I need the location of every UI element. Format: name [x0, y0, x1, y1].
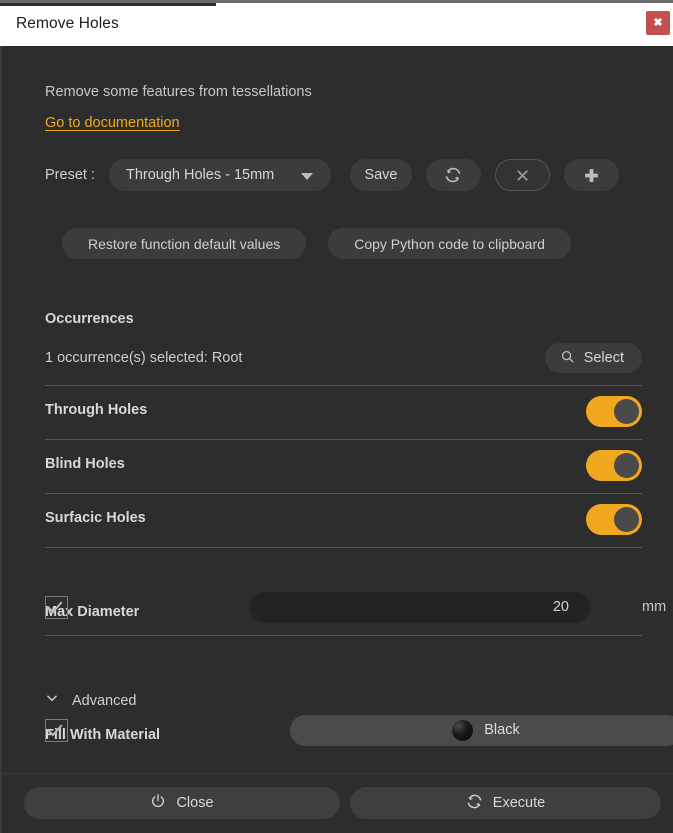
toggle-knob [614, 453, 639, 478]
surfacic-holes-toggle[interactable] [586, 504, 642, 535]
blind-holes-label: Blind Holes [45, 456, 125, 472]
fill-with-material-checkbox[interactable] [45, 719, 68, 742]
divider [45, 493, 642, 494]
max-diameter-row: mm [45, 590, 642, 624]
through-holes-toggle[interactable] [586, 396, 642, 427]
select-button-label: Select [584, 350, 624, 366]
refresh-icon [466, 793, 483, 814]
occurrences-row: 1 occurrence(s) selected: Root Select [45, 343, 642, 377]
title-bar: Remove Holes ✖ [0, 0, 673, 46]
advanced-toggle[interactable]: Advanced [45, 691, 137, 710]
chevron-down-icon [301, 173, 313, 180]
toggle-knob [614, 399, 639, 424]
occurrences-title: Occurrences [45, 311, 134, 327]
divider [45, 439, 642, 440]
material-name: Black [484, 722, 519, 738]
blind-holes-toggle[interactable] [586, 450, 642, 481]
titlebar-accent-strip [0, 3, 216, 6]
dialog-footer: Close Execute [2, 774, 673, 833]
blind-holes-row: Blind Holes [45, 448, 642, 486]
through-holes-row: Through Holes [45, 394, 642, 432]
max-diameter-input[interactable] [249, 592, 590, 623]
add-preset-button[interactable] [564, 159, 619, 191]
divider [45, 547, 642, 548]
material-picker-button[interactable]: Black [290, 715, 673, 746]
delete-preset-button[interactable] [495, 159, 550, 191]
documentation-link[interactable]: Go to documentation [45, 115, 180, 131]
dialog-subtitle: Remove some features from tessellations [45, 84, 312, 100]
copy-python-button[interactable]: Copy Python code to clipboard [328, 228, 571, 259]
plus-icon [583, 167, 600, 184]
divider [45, 385, 642, 386]
reload-preset-button[interactable] [426, 159, 481, 191]
material-swatch-icon [452, 720, 473, 741]
toggle-knob [614, 507, 639, 532]
preset-dropdown[interactable]: Through Holes - 15mm [109, 159, 331, 191]
occurrences-summary: 1 occurrence(s) selected: Root [45, 350, 242, 366]
max-diameter-unit: mm [642, 599, 666, 615]
preset-label: Preset : [45, 167, 95, 183]
execute-button[interactable]: Execute [350, 787, 661, 819]
function-actions-row: Restore function default values Copy Pyt… [62, 228, 571, 259]
through-holes-label: Through Holes [45, 402, 147, 418]
fill-with-material-row: Black [45, 713, 642, 747]
remove-holes-dialog: Remove Holes ✖ Remove some features from… [0, 0, 673, 833]
select-occurrences-button[interactable]: Select [545, 343, 642, 373]
preset-row: Preset : Through Holes - 15mm Save [45, 158, 635, 192]
advanced-label: Advanced [72, 693, 137, 709]
check-icon [46, 596, 62, 612]
cross-icon [514, 167, 531, 184]
chevron-down-icon [45, 691, 59, 710]
save-preset-button[interactable]: Save [350, 159, 412, 191]
power-icon [150, 793, 166, 813]
window-close-button[interactable]: ✖ [646, 11, 670, 35]
dialog-body: Remove some features from tessellations … [0, 46, 673, 833]
preset-selected-value: Through Holes - 15mm [126, 167, 274, 183]
surfacic-holes-row: Surfacic Holes [45, 502, 642, 540]
window-title: Remove Holes [16, 15, 119, 33]
divider [45, 635, 642, 636]
execute-button-label: Execute [493, 795, 545, 811]
max-diameter-checkbox[interactable] [45, 596, 68, 619]
close-button-label: Close [176, 795, 213, 811]
refresh-icon [444, 166, 462, 184]
restore-defaults-button[interactable]: Restore function default values [62, 228, 306, 259]
search-icon [560, 349, 575, 368]
surfacic-holes-label: Surfacic Holes [45, 510, 146, 526]
close-button[interactable]: Close [24, 787, 340, 819]
check-icon [46, 719, 62, 735]
